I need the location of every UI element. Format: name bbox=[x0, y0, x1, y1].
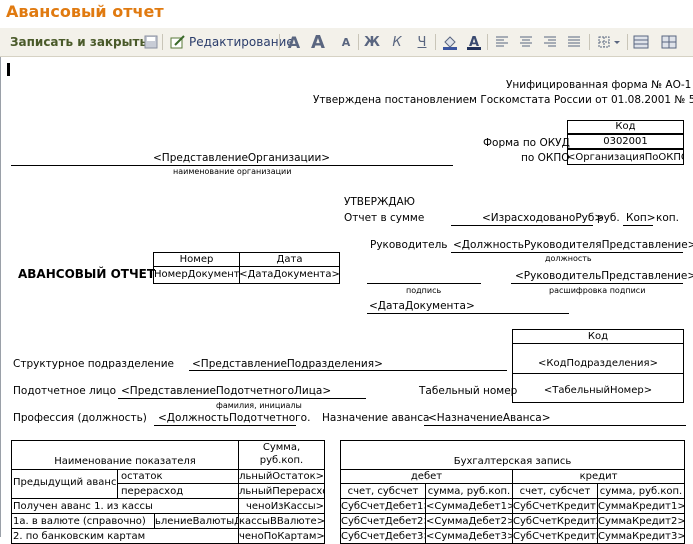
col-sum-header-1: Сумма, bbox=[262, 442, 301, 453]
accounting-header: Бухгалтерская запись bbox=[453, 456, 572, 467]
debet-account-2: СубСчетДебет2> bbox=[341, 516, 425, 527]
okpo-label: по ОКПО bbox=[521, 152, 570, 164]
fill-color-icon[interactable] bbox=[441, 33, 459, 51]
kredit-header: кредит bbox=[579, 471, 618, 482]
report-sum-label: Отчет в сумме bbox=[344, 212, 425, 224]
align-right-icon[interactable] bbox=[541, 33, 559, 51]
purpose-value: <НазначениеАванса> bbox=[428, 412, 551, 424]
received-value: ченоИзКассы> bbox=[245, 501, 324, 512]
window-titlebar: Авансовый отчет bbox=[0, 0, 693, 28]
kredit-sum-2: СуммаКредит2> bbox=[598, 516, 684, 527]
division-code-value: <КодПодразделения> bbox=[538, 358, 658, 369]
profession-value: <ДолжностьПодотчетного. bbox=[158, 412, 311, 424]
align-justify-icon[interactable] bbox=[565, 33, 583, 51]
okpo-value: <ОрганизацияПоОКПО> bbox=[567, 152, 684, 163]
code-header-2: Код bbox=[587, 331, 609, 342]
division-value: <ПредставлениеПодразделения> bbox=[192, 358, 383, 370]
approved-label: Утверждена постановлением Госкомстата Ро… bbox=[313, 94, 693, 106]
bold-icon[interactable]: Ж bbox=[363, 33, 381, 51]
font-size-up-icon[interactable]: A bbox=[309, 32, 327, 53]
merge-cells-icon[interactable] bbox=[632, 33, 650, 51]
borders-dropdown-icon[interactable] bbox=[597, 33, 623, 51]
head-position-value: <ДолжностьРуководителяПредставление> bbox=[453, 239, 693, 251]
kredit-account-1: СубСчетКредит1 bbox=[513, 501, 597, 512]
underline-icon[interactable]: Ч bbox=[413, 33, 431, 51]
purpose-label: Назначение аванса bbox=[322, 412, 430, 424]
col-sum-header-2: руб.коп. bbox=[259, 455, 304, 466]
received-label: Получен аванс 1. из кассы bbox=[13, 501, 153, 512]
kredit-account-header: счет, субсчет bbox=[519, 486, 591, 497]
approve-title: УТВЕРЖДАЮ bbox=[344, 196, 416, 208]
debet-account-1: СубСчетДебет1> bbox=[341, 501, 425, 512]
italic-icon[interactable]: К bbox=[388, 33, 406, 51]
edit-mode-button[interactable]: Редактирование bbox=[170, 33, 294, 51]
division-label: Структурное подразделение bbox=[13, 358, 175, 370]
kop-label: коп. bbox=[656, 212, 679, 224]
save-icon[interactable] bbox=[142, 33, 160, 51]
person-label: Подотчетное лицо bbox=[13, 385, 117, 397]
rub-label: руб. bbox=[597, 212, 620, 224]
kredit-sum-header: сумма, руб.коп. bbox=[599, 486, 683, 497]
currency-name-value: ьлениеВалютыД bbox=[155, 516, 238, 527]
signature-caption: подпись bbox=[406, 286, 442, 295]
font-size-down-icon[interactable]: A bbox=[337, 33, 355, 51]
ostatok-value: льныйОстаток> bbox=[239, 471, 324, 482]
kop-value: Коп> bbox=[626, 212, 656, 224]
toolbar: Записать и закрыть Редактирование A A A … bbox=[0, 28, 693, 57]
debet-account-header: счет, субсчет bbox=[347, 486, 419, 497]
okud-label: Форма по ОКУД bbox=[483, 137, 570, 149]
code-header: Код bbox=[615, 121, 636, 132]
person-caption: фамилия, инициалы bbox=[216, 401, 302, 410]
position-caption: должность bbox=[545, 254, 592, 263]
text-color-icon[interactable]: A bbox=[465, 33, 483, 51]
kredit-account-2: СубСчетКредит2 bbox=[513, 516, 597, 527]
debet-sum-2: <СуммаДебет2> bbox=[426, 516, 512, 527]
approve-date-value: <ДатаДокумента> bbox=[369, 300, 475, 312]
profession-label: Профессия (должность) bbox=[13, 412, 147, 424]
sum-value: <ИзрасходованоРуб> bbox=[482, 212, 604, 224]
text-cursor bbox=[7, 63, 10, 76]
debet-sum-header: сумма, руб.коп. bbox=[427, 486, 511, 497]
number-header: Номер bbox=[179, 254, 214, 265]
okud-value: 0302001 bbox=[603, 136, 648, 147]
organization-value: <ПредставлениеОрганизации> bbox=[153, 152, 331, 164]
save-and-close-button[interactable]: Записать и закрыть bbox=[10, 33, 147, 51]
date-value: <ДатаДокумента> bbox=[239, 269, 340, 280]
edit-icon bbox=[170, 35, 185, 49]
debet-sum-1: <СуммаДебет1> bbox=[426, 501, 512, 512]
split-cells-icon[interactable] bbox=[660, 33, 678, 51]
font-increase-icon[interactable]: A bbox=[285, 33, 303, 52]
head-label: Руководитель bbox=[370, 239, 448, 251]
head-name-value: <РуководительПредставление> bbox=[515, 270, 693, 282]
window-title: Авансовый отчет bbox=[6, 2, 164, 21]
tab-number-label: Табельный номер bbox=[419, 385, 518, 397]
currency-value: кассыВВалюте> bbox=[239, 516, 324, 527]
edit-mode-label: Редактирование bbox=[189, 35, 294, 49]
person-value: <ПредставлениеПодотчетногоЛица> bbox=[121, 385, 332, 397]
tab-number-value: <ТабельныйНомер> bbox=[543, 385, 653, 396]
number-value: НомерДокумента bbox=[154, 269, 239, 280]
debet-header: дебет bbox=[410, 471, 443, 482]
kredit-sum-1: СуммаКредит1> bbox=[598, 501, 684, 512]
pererashod-value: льныйПерерасход> bbox=[239, 486, 324, 497]
decoding-caption: расшифровка подписи bbox=[549, 286, 646, 295]
unified-form-label: Унифицированная форма № АО-1 bbox=[506, 79, 692, 91]
report-title: АВАНСОВЫЙ ОТЧЕТ bbox=[18, 267, 156, 281]
align-left-icon[interactable] bbox=[493, 33, 511, 51]
col-name-header: Наименование показателя bbox=[54, 456, 196, 467]
date-header: Дата bbox=[276, 254, 303, 265]
ostatok-label: остаток bbox=[121, 471, 163, 482]
pererashod-label: перерасход bbox=[121, 486, 184, 497]
spreadsheet-document[interactable]: Унифицированная форма № АО-1 Утверждена … bbox=[0, 57, 693, 544]
align-center-icon[interactable] bbox=[517, 33, 535, 51]
currency-label: 1а. в валюте (справочно) bbox=[13, 516, 146, 527]
organization-caption: наименование организации bbox=[173, 167, 292, 176]
prev-advance-label: Предыдущий аванс bbox=[13, 477, 117, 488]
